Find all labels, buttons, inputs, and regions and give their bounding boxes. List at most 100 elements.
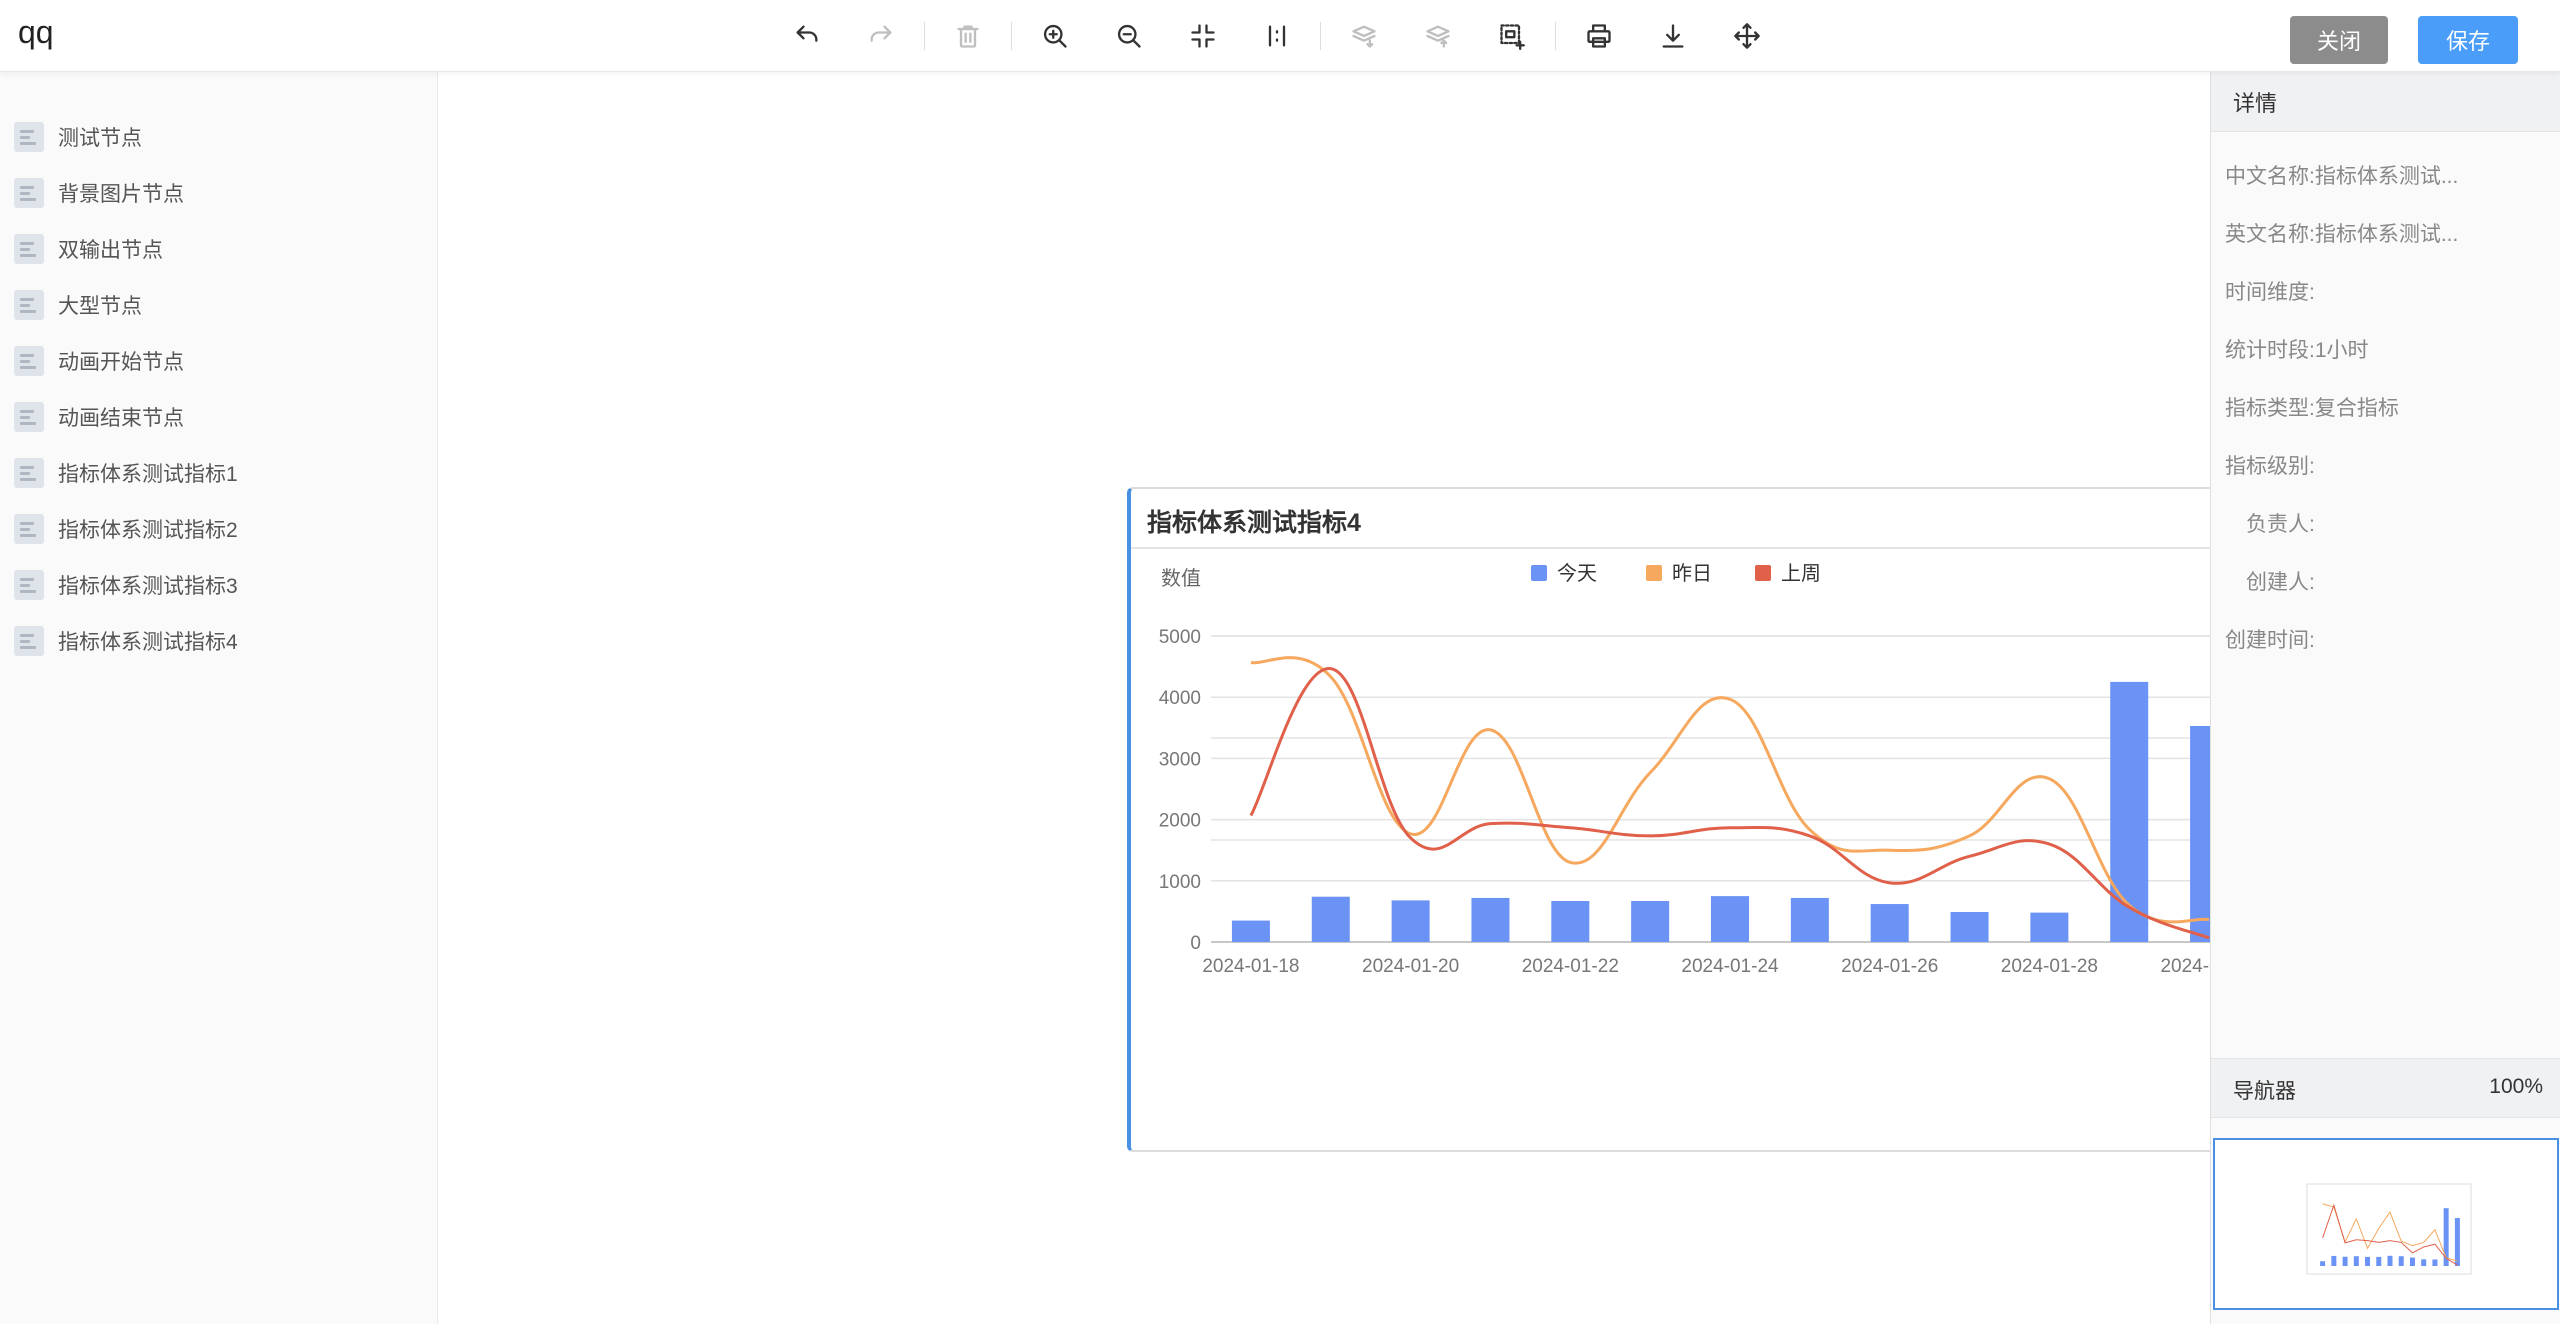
legend-label: 昨日 [1672,562,1712,585]
bar [1311,896,1350,942]
sidebar-item-animation-start-node[interactable]: 动画开始节点 [14,341,184,381]
x-tick-label: 2024-01-28 [2001,956,2098,977]
download-button[interactable] [1649,12,1697,60]
sidebar-item-label: 指标体系测试指标1 [58,463,238,486]
detail-value: 指标体系测试... [2314,165,2459,188]
sidebar-item-large-node[interactable]: 大型节点 [14,285,142,325]
toolbar-divider [1320,22,1321,50]
move-button[interactable] [1723,12,1771,60]
minimap-bar [2398,1256,2404,1266]
node-icon [14,626,44,656]
bar [1231,920,1270,942]
bar [1870,904,1909,942]
select-area-icon [1500,24,1525,50]
detail-label: 统计时段: [2225,339,2315,362]
fit-view-icon [1191,24,1215,48]
bar [1950,912,1989,942]
bar [1790,897,1829,942]
sidebar-item-metric-4[interactable]: 指标体系测试指标4 [14,621,238,661]
details-panel: 详情 中文名称:指标体系测试... 英文名称:指标体系测试... 时间维度: 统… [2210,72,2560,1324]
sidebar-item-metric-1[interactable]: 指标体系测试指标1 [14,453,238,493]
editor-toolbar [770,12,1784,60]
minimap-bar [2365,1256,2371,1266]
sidebar-item-label: 指标体系测试指标4 [58,631,238,654]
bar [1551,900,1590,942]
detail-row-cn-name: 中文名称:指标体系测试... [2225,160,2458,190]
y-tick-label: 2000 [1159,811,1201,832]
bar [1471,897,1510,942]
minimap-bar [2331,1255,2337,1266]
sidebar-item-background-image-node[interactable]: 背景图片节点 [14,173,184,213]
sidebar-item-metric-2[interactable]: 指标体系测试指标2 [14,509,238,549]
navigator-header: 导航器 100% [2211,1058,2560,1118]
bar [1631,900,1670,942]
select-area-button[interactable] [1488,12,1536,60]
download-icon [1662,24,1684,48]
toolbar-divider [924,22,925,50]
x-tick-label: 2024-01-26 [1841,956,1938,977]
legend-swatch [1531,565,1547,581]
sidebar-item-label: 指标体系测试指标2 [58,519,238,542]
bar [1391,900,1430,942]
minimap-bar [2376,1256,2382,1266]
send-back-button[interactable] [1414,12,1462,60]
x-tick-label: 2024-01-20 [1362,956,1459,977]
zoom-out-button[interactable] [1105,12,1153,60]
detail-value: 指标体系测试... [2314,223,2459,246]
detail-label: 指标类型: [2225,397,2315,420]
sidebar-item-metric-3[interactable]: 指标体系测试指标3 [14,565,238,605]
sidebar-item-label: 动画开始节点 [58,351,184,374]
y-tick-label: 5000 [1159,627,1201,648]
node-icon [14,458,44,488]
actual-size-button[interactable] [1253,12,1301,60]
graph-canvas[interactable]: 指标体系测试指标4 数值环比010002000300040005000-50 %… [439,72,2335,1324]
fit-view-button[interactable] [1179,12,1227,60]
print-icon [1587,24,1611,48]
detail-row-created-time: 创建时间: [2225,624,2315,654]
minimap-preview [2306,1183,2472,1275]
save-button[interactable]: 保存 [2418,16,2518,64]
sidebar-item-test-node[interactable]: 测试节点 [14,117,142,157]
close-button[interactable]: 关闭 [2290,16,2388,64]
detail-row-en-name: 英文名称:指标体系测试... [2225,218,2458,248]
detail-label: 时间维度: [2225,281,2315,304]
toolbar-divider [1555,22,1556,50]
navigator-minimap[interactable] [2213,1138,2559,1310]
bar [2030,912,2069,942]
minimap-bar [2387,1255,2393,1266]
redo-button[interactable] [857,12,905,60]
node-icon [14,514,44,544]
detail-value: 复合指标 [2314,397,2399,420]
sidebar-item-label: 大型节点 [58,295,142,318]
undo-icon [796,25,818,42]
node-icon [14,402,44,432]
sidebar-item-label: 背景图片节点 [58,183,184,206]
legend-label: 今天 [1557,562,1597,585]
y-tick-label: 4000 [1159,688,1201,709]
zoom-out-icon [1117,24,1141,48]
top-toolbar: qq 关闭 保存 [0,0,2560,72]
delete-button[interactable] [944,12,992,60]
combo-chart: 数值环比010002000300040005000-50 %0 %50 %100… [1159,562,2309,977]
app-title: qq [18,14,54,50]
y-tick-label: 1000 [1159,872,1201,893]
sidebar-item-label: 动画结束节点 [58,407,184,430]
detail-label: 中文名称: [2225,165,2315,188]
navigator-title: 导航器 [2233,1080,2296,1103]
detail-row-owner: 负责人: [2246,508,2315,538]
node-palette: 测试节点 背景图片节点 双输出节点 大型节点 动画开始节点 动画结束节点 指标体… [0,72,438,1324]
bar [2110,681,2149,942]
detail-label: 英文名称: [2225,223,2315,246]
minimap-bar [2320,1261,2326,1266]
undo-button[interactable] [783,12,831,60]
minimap-bar [2432,1259,2438,1266]
detail-label: 负责人: [2246,513,2315,536]
detail-row-metric-level: 指标级别: [2225,450,2315,480]
sidebar-item-animation-end-node[interactable]: 动画结束节点 [14,397,184,437]
chart-node[interactable]: 指标体系测试指标4 数值环比010002000300040005000-50 %… [1127,487,2335,1152]
details-header: 详情 [2211,72,2560,132]
zoom-in-button[interactable] [1031,12,1079,60]
print-button[interactable] [1575,12,1623,60]
sidebar-item-dual-output-node[interactable]: 双输出节点 [14,229,163,269]
bring-front-button[interactable] [1340,12,1388,60]
